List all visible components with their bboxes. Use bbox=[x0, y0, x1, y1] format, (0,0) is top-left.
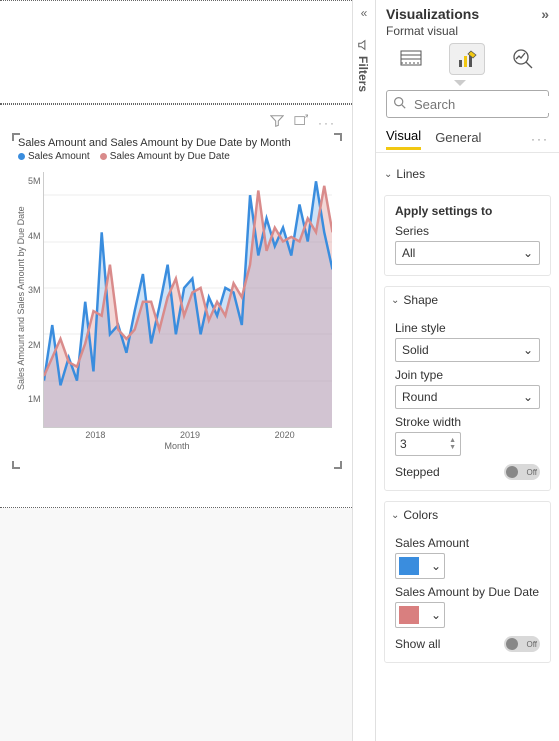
resize-handle-tr[interactable] bbox=[334, 133, 342, 141]
apply-settings-title: Apply settings to bbox=[395, 204, 540, 218]
x-tick: 2018 bbox=[85, 430, 105, 440]
format-search-box[interactable] bbox=[386, 90, 549, 118]
filter-icon[interactable] bbox=[270, 114, 284, 131]
chevron-down-icon: ⌄ bbox=[391, 510, 399, 521]
x-axis-labels: 2018 2019 2020 bbox=[48, 430, 332, 440]
x-axis-title: Month bbox=[14, 441, 340, 451]
legend-label-2: Sales Amount by Due Date bbox=[110, 151, 230, 162]
divider bbox=[376, 152, 559, 153]
legend-label-1: Sales Amount bbox=[28, 151, 90, 162]
chevron-down-icon: ⌄ bbox=[391, 295, 399, 306]
focus-mode-icon[interactable] bbox=[294, 114, 308, 131]
y-tick: 3M bbox=[28, 285, 41, 295]
search-icon bbox=[393, 96, 406, 112]
legend-dot-blue bbox=[18, 153, 25, 160]
build-visual-icon[interactable] bbox=[394, 44, 428, 74]
section-colors-header[interactable]: ⌄ Colors bbox=[385, 502, 550, 528]
section-colors-label: Colors bbox=[403, 508, 438, 522]
color2-label: Sales Amount by Due Date bbox=[395, 585, 540, 599]
line-style-select[interactable]: Solid ⌄ bbox=[395, 338, 540, 362]
y-tick: 1M bbox=[28, 394, 41, 404]
section-shape-label: Shape bbox=[403, 293, 438, 307]
x-tick: 2019 bbox=[180, 430, 200, 440]
line-style-value: Solid bbox=[402, 343, 429, 357]
card-apply-settings: Apply settings to Series All ⌄ bbox=[384, 195, 551, 276]
format-search-input[interactable] bbox=[412, 96, 559, 113]
expand-chevrons-icon[interactable]: » bbox=[541, 6, 549, 22]
pane-collapse-bar[interactable]: « Filters bbox=[352, 0, 376, 741]
join-type-select[interactable]: Round ⌄ bbox=[395, 385, 540, 409]
series-label: Series bbox=[395, 224, 540, 238]
x-tick: 2020 bbox=[275, 430, 295, 440]
visualizations-panel: Visualizations » Format visual Visual Ge… bbox=[376, 0, 559, 741]
stepped-toggle-state: Off bbox=[526, 468, 537, 477]
tab-general[interactable]: General bbox=[435, 130, 481, 149]
announce-icon[interactable] bbox=[357, 38, 371, 55]
plot-area[interactable] bbox=[43, 172, 332, 428]
stepped-toggle[interactable]: Off bbox=[504, 464, 540, 480]
tab-visual[interactable]: Visual bbox=[386, 128, 421, 150]
color2-picker[interactable]: ⌄ bbox=[395, 602, 445, 628]
showall-toggle-state: Off bbox=[526, 640, 537, 649]
resize-handle-br[interactable] bbox=[334, 461, 342, 469]
y-tick: 4M bbox=[28, 231, 41, 241]
card-colors: ⌄ Colors Sales Amount ⌄ Sales Amount by … bbox=[384, 501, 551, 663]
panel-subtitle: Format visual bbox=[376, 24, 559, 44]
y-axis-title: Sales Amount and Sales Amount by Due Dat… bbox=[14, 168, 28, 428]
resize-handle-tl[interactable] bbox=[12, 133, 20, 141]
section-lines-header[interactable]: ⌄ Lines bbox=[384, 161, 551, 187]
chevron-down-icon: ⌄ bbox=[523, 343, 533, 357]
stroke-width-value: 3 bbox=[400, 437, 407, 451]
stepper-icon[interactable]: ▲▼ bbox=[449, 437, 456, 451]
active-pane-caret bbox=[454, 80, 466, 86]
chevron-down-icon: ⌄ bbox=[384, 169, 392, 180]
analytics-icon[interactable] bbox=[506, 44, 540, 74]
legend-item-1[interactable]: Sales Amount bbox=[18, 151, 90, 162]
report-canvas[interactable]: ··· Sales Amount and Sales Amount by Due… bbox=[0, 0, 352, 741]
collapse-chevrons-icon[interactable]: « bbox=[353, 0, 375, 20]
chart-title: Sales Amount and Sales Amount by Due Dat… bbox=[14, 135, 340, 149]
chart-legend: Sales Amount Sales Amount by Due Date bbox=[14, 149, 340, 168]
color1-picker[interactable]: ⌄ bbox=[395, 553, 445, 579]
chevron-down-icon: ⌄ bbox=[523, 246, 533, 260]
color1-label: Sales Amount bbox=[395, 536, 540, 550]
chevron-down-icon: ⌄ bbox=[523, 390, 533, 404]
join-type-value: Round bbox=[402, 390, 437, 404]
panel-title: Visualizations bbox=[386, 6, 479, 22]
stroke-width-label: Stroke width bbox=[395, 415, 540, 429]
line-chart-visual[interactable]: Sales Amount and Sales Amount by Due Dat… bbox=[14, 135, 340, 467]
stroke-width-input[interactable]: 3 ▲▼ bbox=[395, 432, 461, 456]
y-tick: 2M bbox=[28, 340, 41, 350]
card-shape: ⌄ Shape Line style Solid ⌄ Join type Rou… bbox=[384, 286, 551, 491]
more-options-icon[interactable]: ··· bbox=[318, 116, 336, 130]
legend-item-2[interactable]: Sales Amount by Due Date bbox=[100, 151, 230, 162]
join-type-label: Join type bbox=[395, 368, 540, 382]
y-axis-labels: 5M 4M 3M 2M 1M bbox=[28, 168, 43, 412]
series-select-value: All bbox=[402, 246, 415, 260]
showall-toggle[interactable]: Off bbox=[504, 636, 540, 652]
legend-dot-red bbox=[100, 153, 107, 160]
canvas-section-1 bbox=[0, 0, 352, 104]
section-lines-label: Lines bbox=[396, 167, 425, 181]
visual-toolbar: ··· bbox=[270, 114, 336, 131]
series-select[interactable]: All ⌄ bbox=[395, 241, 540, 265]
line-style-label: Line style bbox=[395, 321, 540, 335]
resize-handle-bl[interactable] bbox=[12, 461, 20, 469]
filters-pane-tab[interactable]: Filters bbox=[356, 56, 370, 92]
showall-label: Show all bbox=[395, 637, 440, 651]
format-visual-icon[interactable] bbox=[450, 44, 484, 74]
color1-swatch bbox=[399, 557, 419, 575]
section-shape-header[interactable]: ⌄ Shape bbox=[385, 287, 550, 313]
chevron-down-icon: ⌄ bbox=[431, 608, 441, 622]
y-tick: 5M bbox=[28, 176, 41, 186]
chevron-down-icon: ⌄ bbox=[431, 559, 441, 573]
stepped-label: Stepped bbox=[395, 465, 440, 479]
color2-swatch bbox=[399, 606, 419, 624]
tab-more-icon[interactable]: ··· bbox=[531, 132, 549, 146]
